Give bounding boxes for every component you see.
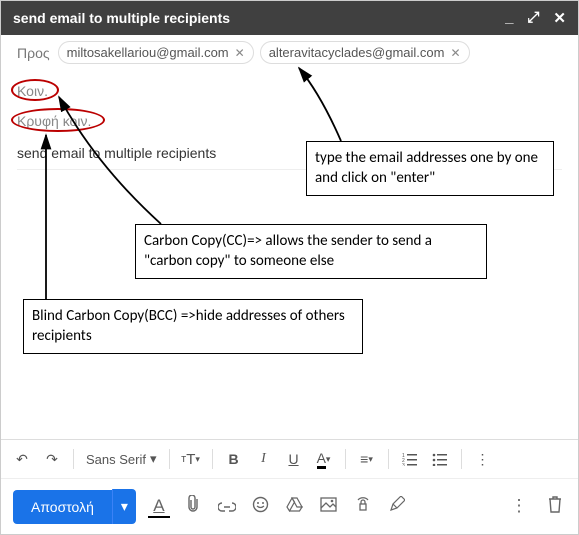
to-row[interactable]: Προς miltosakellariou@gmail.com ✕ altera… (1, 35, 578, 70)
separator (388, 449, 389, 469)
window-titlebar: send email to multiple recipients _ ⤢ ✕ (1, 1, 578, 35)
more-options-icon[interactable]: ⋮ (508, 496, 530, 518)
recipient-email: miltosakellariou@gmail.com (67, 45, 229, 60)
more-format-button[interactable]: ⋮ (470, 446, 496, 472)
bullet-list-button[interactable] (427, 446, 453, 472)
annotation-type-emails: type the email addresses one by one and … (306, 141, 554, 196)
font-name: Sans Serif (86, 452, 146, 467)
undo-button[interactable]: ↶ (9, 446, 35, 472)
separator (345, 449, 346, 469)
expand-icon[interactable]: ⤢ (527, 9, 539, 27)
text-color-button[interactable]: A▾ (311, 446, 337, 472)
confidential-icon[interactable] (352, 497, 374, 517)
bcc-label[interactable]: Κρυφή κοιν. (17, 113, 91, 129)
drive-icon[interactable] (284, 497, 306, 517)
bold-button[interactable]: B (221, 446, 247, 472)
numbered-list-button[interactable]: 123 (397, 446, 423, 472)
recipient-email: alteravitacyclades@gmail.com (269, 45, 445, 60)
format-toggle-icon[interactable]: A (148, 496, 170, 518)
send-button[interactable]: Αποστολή (13, 490, 112, 524)
minimize-icon[interactable]: _ (505, 9, 513, 27)
annotation-cc: Carbon Copy(CC)=> allows the sender to s… (135, 224, 487, 279)
chevron-down-icon: ▾ (150, 451, 157, 467)
trash-icon[interactable] (544, 496, 566, 518)
toolbar-area: ↶ ↷ Sans Serif ▾ тT▾ B I U A▾ ≡▾ 123 (1, 439, 578, 534)
svg-text:3: 3 (402, 463, 405, 466)
attach-icon[interactable] (182, 495, 204, 518)
emoji-icon[interactable] (250, 496, 272, 518)
pen-icon[interactable] (386, 496, 408, 517)
compose-body: Προς miltosakellariou@gmail.com ✕ altera… (1, 35, 578, 439)
separator (169, 449, 170, 469)
font-size-button[interactable]: тT▾ (178, 446, 204, 472)
annotation-bcc: Blind Carbon Copy(BCC) =>hide addresses … (23, 299, 363, 354)
send-options-button[interactable]: ▾ (112, 489, 136, 524)
separator (212, 449, 213, 469)
cc-label[interactable]: Κοιν. (17, 83, 48, 99)
align-button[interactable]: ≡▾ (354, 446, 380, 472)
remove-chip-icon[interactable]: ✕ (450, 46, 460, 60)
remove-chip-icon[interactable]: ✕ (235, 46, 245, 60)
action-bar: Αποστολή ▾ A (1, 479, 578, 534)
recipient-chip[interactable]: alteravitacyclades@gmail.com ✕ (260, 41, 470, 64)
window-title: send email to multiple recipients (13, 10, 230, 26)
underline-button[interactable]: U (281, 446, 307, 472)
close-icon[interactable]: ✕ (553, 9, 566, 27)
separator (73, 449, 74, 469)
separator (461, 449, 462, 469)
image-icon[interactable] (318, 497, 340, 517)
to-label: Προς (17, 45, 50, 61)
redo-button[interactable]: ↷ (39, 446, 65, 472)
recipient-chip[interactable]: miltosakellariou@gmail.com ✕ (58, 41, 254, 64)
format-toolbar: ↶ ↷ Sans Serif ▾ тT▾ B I U A▾ ≡▾ 123 (1, 440, 578, 479)
link-icon[interactable] (216, 497, 238, 517)
italic-button[interactable]: I (251, 446, 277, 472)
font-family-select[interactable]: Sans Serif ▾ (82, 451, 161, 467)
